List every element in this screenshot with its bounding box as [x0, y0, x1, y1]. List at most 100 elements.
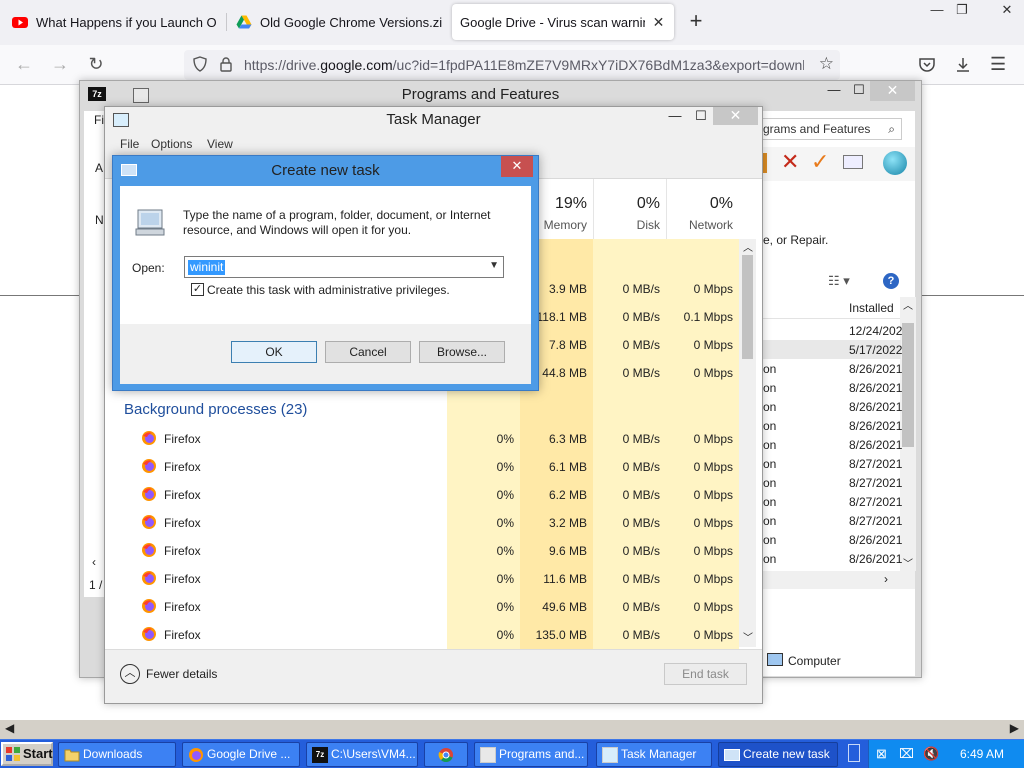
fewer-details-link[interactable]: Fewer details [146, 667, 217, 681]
programs-horizontal-scrollbar[interactable]: › [763, 571, 915, 589]
taskbar-task-manager[interactable]: Task Manager [596, 742, 712, 767]
page-horizontal-scrollbar[interactable]: ◀ ▶ [0, 720, 1024, 739]
taskbar-downloads[interactable]: Downloads [58, 742, 176, 767]
tab-virus-scan-warning[interactable]: Google Drive - Virus scan warning ✕ [452, 4, 674, 40]
close-icon[interactable]: ✕ [501, 156, 533, 177]
volume-muted-icon[interactable]: 🔇 [923, 746, 939, 762]
help-icon[interactable]: ? [883, 273, 899, 289]
program-name: on [763, 362, 777, 376]
ok-button[interactable]: OK [231, 341, 317, 363]
scroll-right-icon[interactable]: ▶ [1010, 721, 1019, 735]
forward-icon[interactable]: → [48, 53, 72, 77]
taskbar-programs-and-features[interactable]: Programs and... [474, 742, 588, 767]
minimize-icon[interactable]: — [820, 81, 848, 101]
menu-file[interactable]: File [120, 137, 139, 151]
list-item[interactable]: on 8/27/2021 [763, 511, 902, 530]
tab-youtube[interactable]: What Happens if you Launch O [4, 4, 224, 40]
taskbar-7zip[interactable]: 7z C:\Users\VM4... [306, 742, 418, 767]
admin-privileges-label[interactable]: Create this task with administrative pri… [207, 283, 450, 297]
new-tab-button[interactable]: + [684, 8, 708, 36]
menu-hamburger-icon[interactable]: ☰ [990, 54, 1006, 75]
close-icon[interactable]: ✕ [870, 81, 915, 101]
clock[interactable]: 6:49 AM [960, 747, 1004, 761]
table-row[interactable]: Firefox 0% 3.2 MB 0 MB/s 0 Mbps [105, 509, 739, 537]
address-bar[interactable]: https://drive.google.com/uc?id=1fpdPA11E… [184, 50, 840, 80]
search-icon[interactable]: ⌕ [888, 119, 895, 139]
close-window-icon[interactable]: ✕ [990, 0, 1024, 22]
list-item[interactable]: on 8/26/2021 [763, 435, 902, 454]
menu-view[interactable]: View [207, 137, 233, 151]
back-icon[interactable]: ← [12, 53, 36, 77]
list-item[interactable]: on 8/26/2021 [763, 378, 902, 397]
table-row[interactable]: Firefox 0% 6.1 MB 0 MB/s 0 Mbps [105, 453, 739, 481]
uninstall-x-icon[interactable]: ✕ [781, 149, 799, 175]
maximize-icon[interactable]: ☐ [845, 81, 873, 101]
background-processes-group-header[interactable]: Background processes (23) [124, 401, 307, 418]
network-error-icon[interactable]: ⊠ [876, 746, 892, 762]
globe-icon[interactable] [883, 151, 907, 175]
taskbar-chrome[interactable] [424, 742, 468, 767]
restore-icon[interactable]: ❐ [945, 0, 979, 22]
create-new-task-dialog[interactable]: Create new task ✕ Type the name of a pro… [112, 155, 539, 391]
tab-google-drive-zip[interactable]: Old Google Chrome Versions.zip [228, 4, 450, 40]
list-item[interactable]: on 8/26/2021 [763, 416, 902, 435]
list-item[interactable]: on 8/27/2021 [763, 473, 902, 492]
check-icon[interactable]: ✓ [811, 149, 829, 175]
start-button[interactable]: Start [1, 742, 53, 766]
admin-privileges-checkbox[interactable]: ✓ [191, 283, 204, 296]
scroll-down-icon[interactable]: ﹀ [903, 555, 913, 570]
scroll-left-icon[interactable]: ◀ [5, 721, 14, 735]
bookmark-star-icon[interactable]: ☆ [819, 54, 834, 74]
end-task-button[interactable]: End task [664, 663, 747, 685]
scroll-up-icon[interactable]: ︿ [743, 239, 753, 254]
change-icon[interactable] [843, 155, 863, 169]
tracking-protection-icon[interactable] [192, 56, 208, 72]
cancel-button[interactable]: Cancel [325, 341, 411, 363]
list-item[interactable]: on 8/26/2021 [763, 549, 902, 568]
scroll-left-icon[interactable]: ‹ [92, 555, 96, 569]
open-combobox[interactable]: wininit ▼ [184, 256, 504, 278]
list-item[interactable]: on 8/26/2021 [763, 530, 902, 549]
network-column-header[interactable]: 0% Network [666, 179, 739, 239]
maximize-icon[interactable]: ☐ [687, 107, 715, 125]
downloads-icon[interactable] [954, 56, 972, 74]
list-item[interactable]: 12/24/202 [763, 321, 902, 340]
menu-options[interactable]: Options [151, 137, 192, 151]
taskbar-google-drive[interactable]: Google Drive ... [182, 742, 300, 767]
installed-on-column-header[interactable]: Installed [849, 301, 894, 315]
table-row[interactable]: Firefox 0% 6.2 MB 0 MB/s 0 Mbps [105, 481, 739, 509]
list-item[interactable]: 5/17/2022 [763, 340, 902, 359]
search-programs-input[interactable]: grams and Features ⌕ [762, 118, 902, 140]
list-item[interactable]: on 8/26/2021 [763, 359, 902, 378]
table-row[interactable]: Firefox 0% 49.6 MB 0 MB/s 0 Mbps [105, 593, 739, 621]
browse-button[interactable]: Browse... [419, 341, 505, 363]
scroll-right-icon[interactable]: › [884, 572, 888, 586]
reload-icon[interactable]: ↻ [84, 53, 108, 77]
table-row[interactable]: Firefox 0% 135.0 MB 0 MB/s 0 Mbps [105, 621, 739, 649]
list-item[interactable]: on 8/27/2021 [763, 492, 902, 511]
programs-vertical-scrollbar[interactable]: ︿ ﹀ [900, 297, 916, 571]
list-item[interactable]: on 8/26/2021 [763, 397, 902, 416]
scroll-down-icon[interactable]: ﹀ [743, 629, 753, 644]
list-item[interactable]: on 8/27/2021 [763, 454, 902, 473]
process-list-scrollbar[interactable]: ︿ ﹀ [739, 239, 756, 647]
table-row[interactable]: Firefox 0% 9.6 MB 0 MB/s 0 Mbps [105, 537, 739, 565]
pocket-icon[interactable] [918, 56, 936, 74]
view-options-icon[interactable]: ☷ ▾ [828, 273, 850, 289]
safely-remove-icon[interactable]: ⌧ [899, 746, 915, 762]
chevron-up-icon[interactable]: ︿ [120, 664, 140, 684]
taskbar-create-new-task[interactable]: Create new task [718, 742, 838, 767]
open-input-value[interactable]: wininit [188, 260, 226, 275]
chevron-down-icon[interactable]: ▼ [489, 260, 499, 271]
scroll-thumb[interactable] [742, 255, 753, 359]
scroll-up-icon[interactable]: ︿ [903, 297, 913, 312]
disk-column-header[interactable]: 0% Disk [593, 179, 666, 239]
scroll-thumb[interactable] [902, 323, 914, 447]
close-tab-icon[interactable]: ✕ [651, 14, 666, 31]
minimize-icon[interactable]: — [661, 107, 689, 125]
close-icon[interactable]: ✕ [713, 107, 758, 125]
table-row[interactable]: Firefox 0% 11.6 MB 0 MB/s 0 Mbps [105, 565, 739, 593]
lock-icon[interactable] [218, 56, 234, 72]
show-desktop-icon[interactable] [848, 744, 860, 762]
table-row[interactable]: Firefox 0% 6.3 MB 0 MB/s 0 Mbps [105, 425, 739, 453]
